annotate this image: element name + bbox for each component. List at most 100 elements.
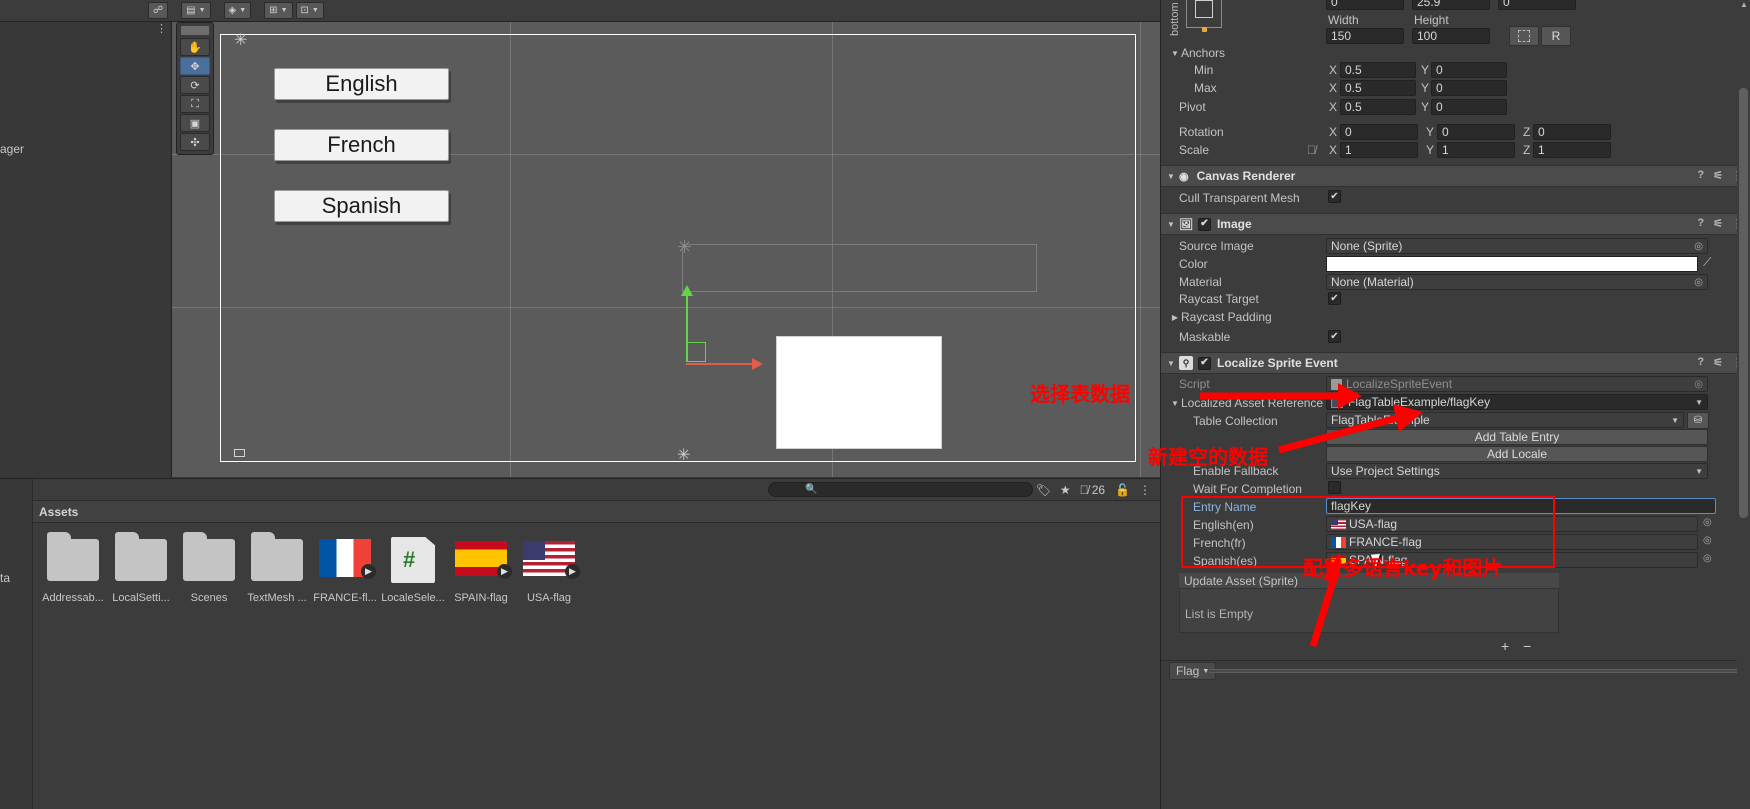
scale-y-field[interactable]: 1 [1437, 142, 1515, 158]
scale-x-field[interactable]: 1 [1340, 142, 1418, 158]
table-collection-field[interactable]: FlagTableExample ▼ [1326, 412, 1684, 428]
eyedropper-icon[interactable]: ⟋ [1703, 255, 1711, 270]
pivot-x-field[interactable]: 0.5 [1340, 99, 1416, 115]
lock-icon[interactable]: 🔓 [1115, 483, 1130, 497]
hidden-assets-icon[interactable]: 👁̸ [1080, 483, 1089, 497]
raycast-padding-foldout[interactable]: ▶ Raycast Padding [1169, 310, 1272, 324]
move-tool[interactable]: ✥ [180, 57, 210, 75]
add-listener-button[interactable]: + [1501, 638, 1509, 654]
preset-icon[interactable]: ⚟ [1713, 356, 1723, 369]
material-field[interactable]: None (Material) ◎ [1326, 274, 1708, 290]
chevron-down-icon[interactable]: ▼ [1165, 220, 1177, 229]
object-picker-icon[interactable]: ◎ [1694, 241, 1703, 252]
selected-image-object[interactable] [776, 336, 942, 449]
preset-icon[interactable]: ⚟ [1713, 217, 1723, 230]
object-picker-icon[interactable]: ◎ [1703, 535, 1712, 546]
rect-handle-bottom-left[interactable] [234, 449, 245, 457]
pos-z-field[interactable]: 0 [1498, 0, 1576, 10]
source-image-field[interactable]: None (Sprite) ◎ [1326, 238, 1708, 254]
hierarchy-kebab-icon[interactable]: ⋮ [156, 22, 167, 35]
chevron-down-icon[interactable]: ▼ [1671, 416, 1679, 425]
toolbar-account-icon[interactable]: ☍ [148, 2, 169, 19]
canvas-renderer-header[interactable]: ▼ ◉ Canvas Renderer ? ⚟ ⋮ [1161, 165, 1750, 187]
favorite-icon[interactable]: ★ [1060, 483, 1071, 497]
asset-item[interactable]: LocaleSele... [379, 535, 447, 604]
chevron-down-icon[interactable]: ▼ [1165, 172, 1177, 181]
toolbar-snap-button[interactable]: ⊡ ▼ [295, 2, 324, 19]
pos-x-field[interactable]: 0 [1326, 0, 1404, 10]
pivot-y-field[interactable]: 0 [1431, 99, 1507, 115]
asset-item[interactable]: ▶ FRANCE-fl... [311, 535, 379, 604]
table-collection-picker-button[interactable]: ⛁ [1687, 412, 1709, 429]
raycast-target-checkbox[interactable]: ✔ [1328, 292, 1341, 305]
transform-tool[interactable]: ✣ [180, 133, 210, 151]
toolbar-layers-button[interactable]: ▤ ▼ [181, 2, 211, 19]
image-component-header[interactable]: ▼ 🖼 ✔ Image ? ⚟ ⋮ [1161, 213, 1750, 235]
asset-item[interactable]: Addressab... [39, 532, 107, 604]
asset-tag-bar[interactable] [1209, 669, 1737, 673]
height-field[interactable]: 100 [1412, 28, 1490, 44]
help-icon[interactable]: ? [1697, 356, 1704, 369]
project-tree-column[interactable]: ta [0, 479, 33, 809]
width-field[interactable]: 150 [1326, 28, 1404, 44]
scene-view[interactable]: ✳ ✳ ✳ ✋ ✥ ⟳ ⛶ ▣ ✣ English French Spanish [172, 22, 1160, 477]
project-kebab-icon[interactable]: ⋮ [1139, 483, 1151, 497]
color-swatch[interactable] [1326, 256, 1698, 272]
chevron-down-icon[interactable]: ▼ [1695, 398, 1703, 407]
toolbar-grid-button[interactable]: ⊞ ▼ [264, 2, 293, 19]
scene-button-french[interactable]: French [274, 129, 449, 161]
scroll-up-arrow-icon[interactable]: ▲ [1740, 0, 1748, 9]
enable-fallback-dropdown[interactable]: Use Project Settings ▼ [1326, 463, 1708, 479]
gizmo-y-arrow[interactable] [681, 285, 693, 296]
empty-ui-rect[interactable] [682, 244, 1037, 292]
localized-asset-reference-foldout[interactable]: ▼ Localized Asset Reference [1169, 396, 1323, 410]
sprite-expand-icon[interactable]: ▶ [565, 564, 580, 579]
project-tree-item-label[interactable]: ta [0, 571, 10, 585]
raw-edit-mode-button[interactable]: R [1541, 26, 1571, 46]
asset-item[interactable]: LocalSetti... [107, 532, 175, 604]
hand-tool[interactable]: ✋ [180, 38, 210, 56]
gizmo-x-axis[interactable] [686, 363, 754, 365]
sprite-expand-icon[interactable]: ▶ [497, 564, 512, 579]
rotate-tool[interactable]: ⟳ [180, 76, 210, 94]
cull-transparent-mesh-checkbox[interactable]: ✔ [1328, 190, 1341, 203]
image-enabled-checkbox[interactable]: ✔ [1197, 217, 1211, 231]
inspector-scrollbar[interactable]: ▲ [1737, 0, 1750, 809]
eye-icon[interactable]: ◉ [1179, 170, 1189, 183]
scale-z-field[interactable]: 1 [1533, 142, 1611, 158]
preset-icon[interactable]: ⚟ [1713, 169, 1723, 182]
anchor-max-x-field[interactable]: 0.5 [1340, 80, 1416, 96]
object-picker-icon[interactable]: ◎ [1703, 553, 1712, 564]
asset-item[interactable]: TextMesh ... [243, 532, 311, 604]
help-icon[interactable]: ? [1697, 217, 1704, 230]
gizmo-xy-plane[interactable] [686, 342, 706, 362]
scene-button-english[interactable]: English [274, 68, 449, 100]
anchor-min-y-field[interactable]: 0 [1431, 62, 1507, 78]
asset-item[interactable]: Scenes [175, 532, 243, 604]
toolbar-pivot-button[interactable]: ◈ ▼ [223, 2, 252, 19]
sprite-expand-icon[interactable]: ▶ [361, 564, 376, 579]
constrain-proportions-icon[interactable]: 👁̸ [1307, 143, 1316, 157]
rotation-y-field[interactable]: 0 [1437, 124, 1515, 140]
project-breadcrumb[interactable]: Assets [33, 501, 1160, 523]
rotation-z-field[interactable]: 0 [1533, 124, 1611, 140]
chevron-down-icon[interactable]: ▼ [1695, 467, 1703, 476]
tool-palette-handle[interactable] [181, 26, 209, 35]
help-icon[interactable]: ? [1697, 169, 1704, 182]
add-locale-button[interactable]: Add Locale [1326, 446, 1708, 462]
inspector-scrollbar-thumb[interactable] [1739, 88, 1748, 518]
hierarchy-item-label[interactable]: ager [0, 142, 24, 156]
wait-for-completion-checkbox[interactable] [1328, 481, 1341, 494]
asset-item[interactable]: ▶ USA-flag [515, 535, 583, 604]
localize-sprite-event-enabled-checkbox[interactable]: ✔ [1198, 356, 1211, 370]
object-picker-icon[interactable]: ◎ [1694, 277, 1703, 288]
blueprint-mode-button[interactable] [1509, 26, 1539, 46]
anchor-min-x-field[interactable]: 0.5 [1340, 62, 1416, 78]
gizmo-x-arrow[interactable] [752, 358, 763, 370]
localize-sprite-event-header[interactable]: ▼ ⚲ ✔ Localize Sprite Event ? ⚟ ⋮ [1161, 352, 1750, 374]
anchor-max-y-field[interactable]: 0 [1431, 80, 1507, 96]
add-table-entry-button[interactable]: Add Table Entry [1326, 429, 1708, 445]
anchors-foldout[interactable]: ▼ Anchors [1169, 46, 1225, 60]
scale-tool[interactable]: ⛶ [180, 95, 210, 113]
scene-button-spanish[interactable]: Spanish [274, 190, 449, 222]
